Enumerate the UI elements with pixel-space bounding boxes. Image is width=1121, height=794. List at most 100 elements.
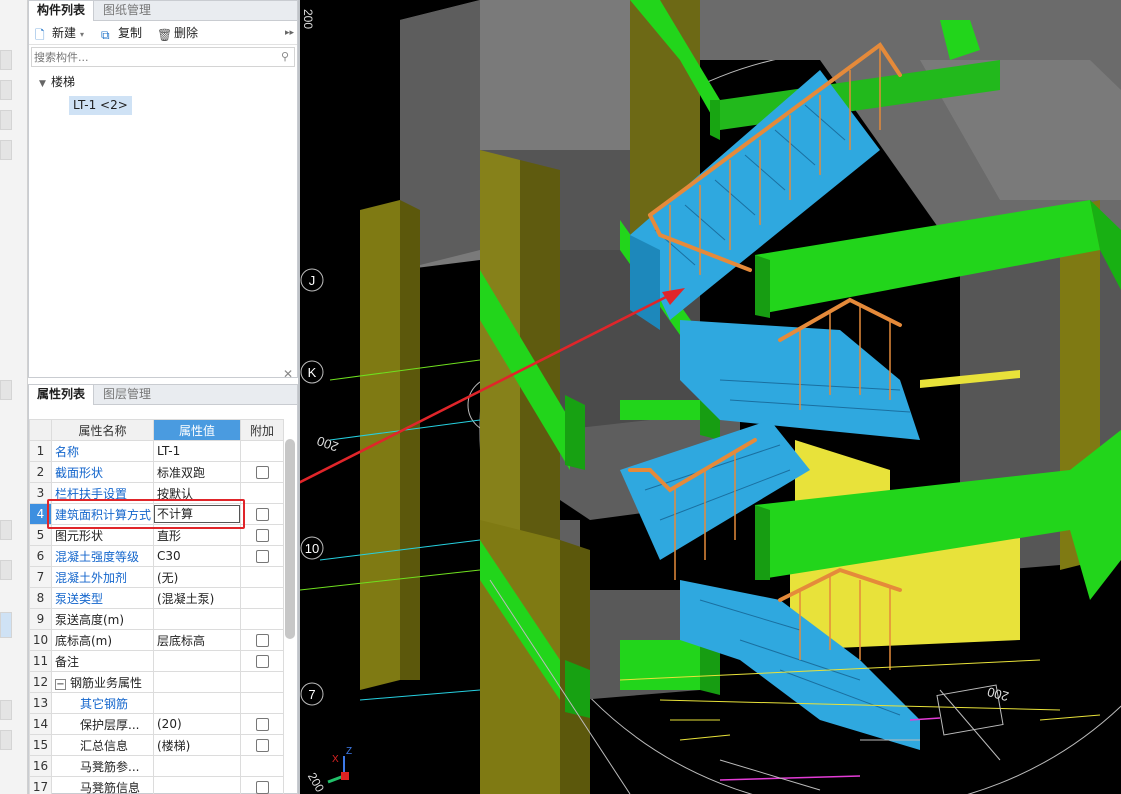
property-row[interactable]: 17 马凳筋信息 [29, 776, 284, 794]
property-row[interactable]: 8 泵送类型 (混凝土泵) [29, 587, 284, 609]
extra-checkbox[interactable] [255, 739, 269, 752]
property-row[interactable]: 7 混凝土外加剂 (无) [29, 566, 284, 588]
property-name-text: 保护层厚... [80, 717, 140, 732]
tab-component-list[interactable]: 构件列表 [29, 1, 95, 21]
column-header-name[interactable]: 属性名称 [51, 419, 154, 441]
property-scrollbar[interactable] [285, 439, 295, 639]
property-value[interactable] [153, 650, 241, 672]
extra-checkbox[interactable] [255, 781, 269, 794]
side-tab[interactable] [0, 50, 12, 70]
3d-viewport[interactable]: J K 10 7 200 200 200 200 X Z [300, 0, 1121, 794]
copy-button[interactable]: ⧉ 复制 [101, 25, 142, 42]
property-name: 马凳筋信息 [51, 776, 154, 794]
column-header-value[interactable]: 属性值 [153, 419, 241, 441]
side-tab[interactable] [0, 140, 12, 160]
property-extra [240, 629, 284, 651]
axis-gizmo-z-label: Z [346, 746, 352, 757]
side-tab[interactable] [0, 520, 12, 540]
side-tab[interactable] [0, 380, 12, 400]
property-row[interactable]: 13 其它钢筋 [29, 692, 284, 714]
property-value[interactable]: (混凝土泵) [153, 587, 241, 609]
dimension-label: 200 [986, 684, 1011, 704]
property-value[interactable]: 标准双跑 [153, 461, 241, 483]
property-name: 混凝土外加剂 [51, 566, 154, 588]
property-value-text: 直形 [157, 528, 182, 543]
search-icon[interactable]: ⚲ [281, 50, 289, 63]
property-name-text: 底标高(m) [55, 633, 113, 648]
tab-drawing-management[interactable]: 图纸管理 [95, 1, 159, 21]
property-row[interactable]: 12− 钢筋业务属性 [29, 671, 284, 693]
property-value[interactable] [153, 608, 241, 630]
extra-checkbox[interactable] [255, 718, 269, 731]
extra-checkbox[interactable] [255, 550, 269, 563]
highlight-callout-box [47, 499, 245, 529]
property-value[interactable] [153, 755, 241, 777]
component-toolbar: 🗋 新建 ▾ ⧉ 复制 🗑 删除 ▸▸ [29, 21, 297, 45]
side-tab[interactable] [0, 110, 12, 130]
property-row[interactable]: 14 保护层厚... (20) [29, 713, 284, 735]
delete-button[interactable]: 🗑 删除 [157, 25, 198, 42]
caret-down-icon[interactable]: ▼ [39, 75, 51, 93]
close-icon[interactable]: ✕ [283, 367, 293, 381]
property-value[interactable]: (无) [153, 566, 241, 588]
side-tab[interactable] [0, 700, 12, 720]
property-value[interactable]: C30 [153, 545, 241, 567]
property-row[interactable]: 11 备注 [29, 650, 284, 672]
property-row[interactable]: 16 马凳筋参... [29, 755, 284, 777]
property-name-text: 混凝土外加剂 [55, 570, 128, 585]
property-value[interactable] [153, 692, 241, 714]
property-value[interactable]: (楼梯) [153, 734, 241, 756]
extra-checkbox[interactable] [255, 508, 269, 521]
new-file-icon: 🗋 [35, 28, 45, 42]
property-row[interactable]: 2 截面形状 标准双跑 [29, 461, 284, 483]
property-value[interactable]: LT-1 [153, 440, 241, 462]
tab-property-list[interactable]: 属性列表 [29, 385, 95, 405]
side-tab[interactable] [0, 560, 12, 580]
property-row[interactable]: 9 泵送高度(m) [29, 608, 284, 630]
more-arrow-icon[interactable]: ▸▸ [285, 25, 294, 41]
component-search-box[interactable]: ⚲ [31, 47, 295, 67]
row-number: 17 [29, 776, 52, 794]
property-row[interactable]: 10 底标高(m) 层底标高 [29, 629, 284, 651]
row-number: 13 [29, 692, 52, 714]
extra-checkbox[interactable] [255, 655, 269, 668]
side-tab[interactable] [0, 730, 12, 750]
tree-item-lt1[interactable]: LT-1 <2> [69, 96, 132, 115]
tree-node-stairs[interactable]: ▼ 楼梯 [39, 73, 132, 91]
side-tab-active[interactable] [0, 612, 12, 638]
collapse-icon[interactable]: − [55, 678, 66, 690]
property-value[interactable] [153, 776, 241, 794]
row-number: 1 [29, 440, 52, 462]
extra-checkbox[interactable] [255, 634, 269, 647]
chevron-down-icon[interactable]: ▾ [80, 30, 84, 39]
trash-icon: 🗑 [157, 28, 173, 42]
column-header-extra[interactable]: 附加 [240, 419, 284, 441]
property-value[interactable]: 层底标高 [153, 629, 241, 651]
row-number: 7 [29, 566, 52, 588]
property-value-text: (混凝土泵) [157, 591, 215, 606]
tab-layer-management[interactable]: 图层管理 [95, 385, 159, 405]
axis-label-7: 7 [308, 687, 315, 702]
property-panel-tabbar: 属性列表 图层管理 ✕ [29, 367, 297, 405]
extra-checkbox[interactable] [255, 529, 269, 542]
property-name-text: 截面形状 [55, 465, 104, 480]
property-value[interactable]: (20) [153, 713, 241, 735]
new-button[interactable]: 🗋 新建 ▾ [35, 25, 84, 42]
property-value-text: C30 [157, 549, 181, 563]
dimension-label: 200 [315, 433, 341, 455]
property-row[interactable]: 15 汇总信息 (楼梯) [29, 734, 284, 756]
axis-gizmo: X Z [327, 746, 352, 784]
property-row[interactable]: 1 名称 LT-1 [29, 440, 284, 462]
search-input[interactable] [32, 48, 262, 66]
extra-checkbox[interactable] [255, 466, 269, 479]
3d-model-canvas[interactable]: J K 10 7 200 200 200 200 X Z [300, 0, 1121, 794]
row-number: 16 [29, 755, 52, 777]
property-value-text: (20) [157, 717, 182, 731]
property-value[interactable] [153, 671, 241, 693]
row-number: 11 [29, 650, 52, 672]
property-row[interactable]: 6 混凝土强度等级 C30 [29, 545, 284, 567]
side-tab[interactable] [0, 80, 12, 100]
property-name-text: 泵送高度(m) [55, 612, 125, 627]
component-panel-tabbar: 构件列表 图纸管理 [29, 1, 297, 21]
property-extra [240, 776, 284, 794]
